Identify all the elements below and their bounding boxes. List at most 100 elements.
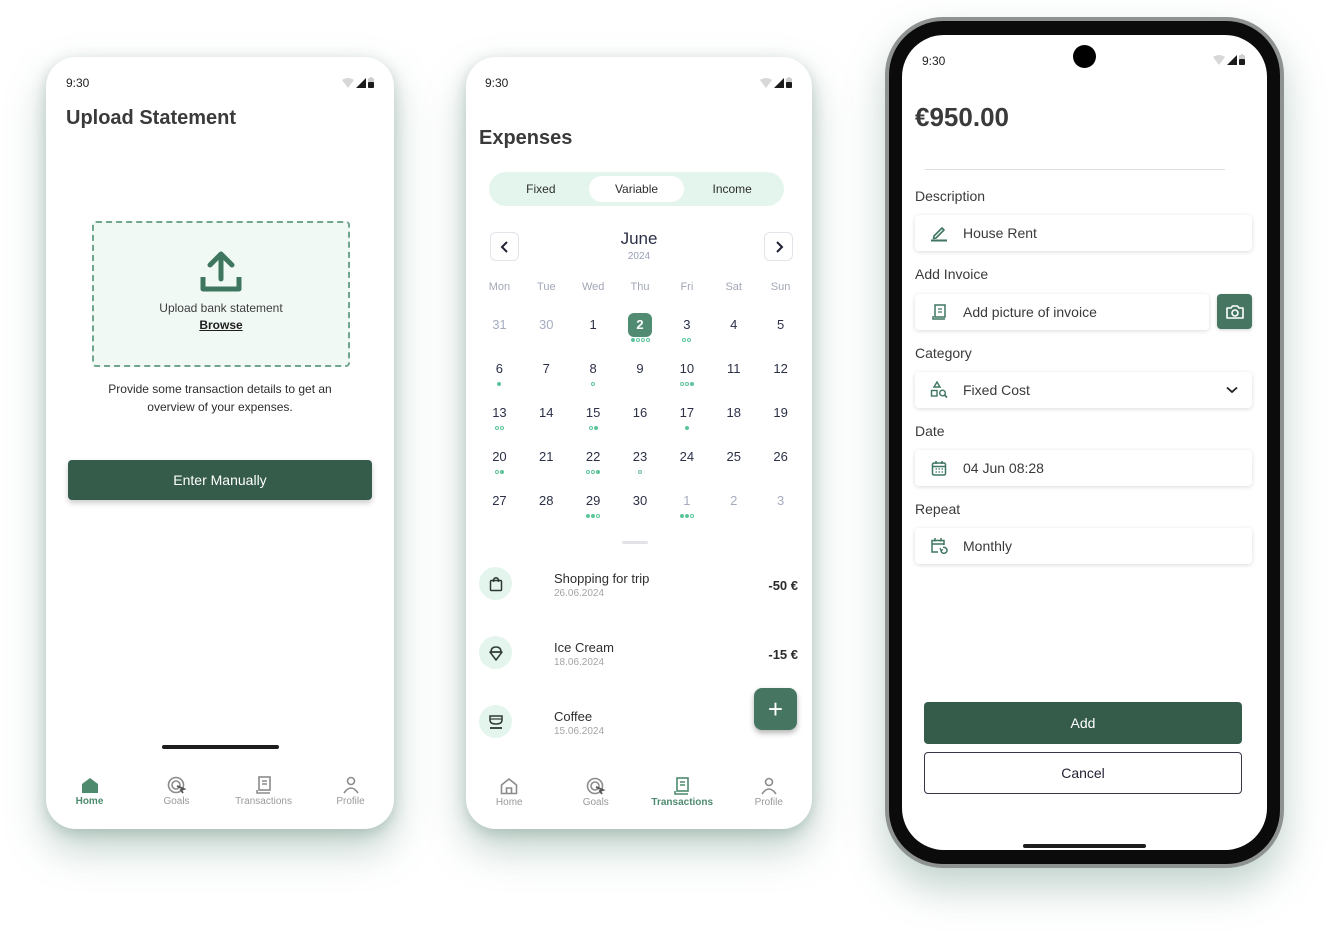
calendar-day[interactable]: 30 bbox=[523, 313, 570, 357]
home-icon bbox=[500, 778, 518, 795]
calendar-day[interactable]: 21 bbox=[523, 445, 570, 489]
amount-input[interactable]: €950.00 bbox=[915, 102, 1009, 133]
tab-goals[interactable]: Goals bbox=[137, 776, 217, 807]
calendar-day[interactable]: 20 bbox=[476, 445, 523, 489]
description-field[interactable]: House Rent bbox=[915, 215, 1252, 251]
transaction-name: Shopping for trip bbox=[554, 571, 650, 586]
tab-profile[interactable]: Profile bbox=[311, 776, 391, 807]
description-value: House Rent bbox=[963, 225, 1037, 241]
calendar-day[interactable]: 5 bbox=[757, 313, 804, 357]
camera-button[interactable] bbox=[1217, 294, 1252, 329]
status-icons bbox=[342, 77, 374, 88]
calendar-day[interactable]: 25 bbox=[710, 445, 757, 489]
day-number: 15 bbox=[585, 405, 601, 420]
transaction-date: 18.06.2024 bbox=[554, 657, 605, 668]
user-icon bbox=[342, 776, 359, 794]
calendar-day[interactable]: 9 bbox=[617, 357, 664, 401]
transaction-dot bbox=[679, 382, 684, 386]
transaction-dot bbox=[596, 514, 601, 518]
transaction-dot bbox=[596, 470, 601, 474]
status-time: 9:30 bbox=[485, 76, 509, 90]
tab-label: Goals bbox=[582, 797, 609, 808]
wifi-icon bbox=[1213, 54, 1225, 65]
add-transaction-fab[interactable]: + bbox=[754, 688, 797, 730]
calendar-day[interactable]: 16 bbox=[617, 401, 664, 445]
calendar-weekdays: Mon Tue Wed Thu Fri Sat Sun bbox=[476, 281, 804, 293]
tab-profile[interactable]: Profile bbox=[729, 777, 809, 808]
calendar-day[interactable]: 27 bbox=[476, 489, 523, 533]
calendar-day[interactable]: 26 bbox=[757, 445, 804, 489]
invoice-label: Add Invoice bbox=[915, 266, 989, 282]
day-number: 18 bbox=[726, 405, 741, 420]
calendar-day[interactable]: 18 bbox=[710, 401, 757, 445]
calendar-day[interactable]: 19 bbox=[757, 401, 804, 445]
day-number: 11 bbox=[726, 361, 741, 376]
day-number: 1 bbox=[589, 317, 597, 332]
day-number: 13 bbox=[492, 405, 507, 420]
pencil-icon bbox=[931, 227, 947, 242]
calendar-day[interactable]: 1 bbox=[570, 313, 617, 357]
calendar-day[interactable]: 29 bbox=[570, 489, 617, 533]
calendar-day[interactable]: 7 bbox=[523, 357, 570, 401]
transaction-name: Coffee bbox=[554, 709, 593, 724]
calendar-day[interactable]: 10 bbox=[663, 357, 710, 401]
calendar-day[interactable]: 6 bbox=[476, 357, 523, 401]
calendar-day[interactable]: 4 bbox=[710, 313, 757, 357]
calendar-day[interactable]: 11 bbox=[710, 357, 757, 401]
category-value: Fixed Cost bbox=[963, 382, 1030, 398]
transaction-item[interactable]: Ice Cream 18.06.2024 -15 € bbox=[466, 632, 812, 672]
repeat-field[interactable]: Monthly bbox=[915, 528, 1252, 564]
transaction-dots bbox=[679, 514, 694, 519]
category-select[interactable]: Fixed Cost bbox=[915, 372, 1252, 408]
tab-label: Transactions bbox=[651, 797, 714, 808]
calendar-day[interactable]: 22 bbox=[570, 445, 617, 489]
date-field[interactable]: 04 Jun 08:28 bbox=[915, 450, 1252, 486]
day-number: 3 bbox=[776, 493, 785, 508]
tab-label: Home bbox=[75, 796, 104, 807]
enter-manually-button[interactable]: Enter Manually bbox=[68, 460, 372, 500]
sheet-drag-handle[interactable] bbox=[622, 541, 648, 544]
tab-goals[interactable]: Goals bbox=[556, 777, 636, 808]
invoice-field[interactable]: Add picture of invoice bbox=[915, 294, 1209, 330]
tab-transactions[interactable]: Transactions bbox=[224, 776, 304, 807]
calendar-day[interactable]: 15 bbox=[570, 401, 617, 445]
segment-fixed[interactable]: Fixed bbox=[493, 176, 589, 202]
calendar-day[interactable]: 30 bbox=[617, 489, 664, 533]
tab-transactions[interactable]: Transactions bbox=[642, 777, 722, 808]
weekday-label: Mon bbox=[488, 281, 511, 293]
browse-link[interactable]: Browse bbox=[199, 318, 242, 332]
tab-home[interactable]: Home bbox=[469, 777, 549, 808]
calendar-day[interactable]: 2 bbox=[710, 489, 757, 533]
tab-home[interactable]: Home bbox=[50, 776, 130, 807]
transaction-name: Ice Cream bbox=[554, 640, 614, 655]
receipt-icon bbox=[674, 777, 690, 795]
transaction-item[interactable]: Shopping for trip 26.06.2024 -50 € bbox=[466, 563, 812, 603]
transaction-dot bbox=[638, 470, 642, 474]
calendar-day[interactable]: 23 bbox=[617, 445, 664, 489]
calendar-day[interactable]: 24 bbox=[663, 445, 710, 489]
calendar-day[interactable]: 13 bbox=[476, 401, 523, 445]
calendar-day[interactable]: 14 bbox=[523, 401, 570, 445]
calendar-day[interactable]: 31 bbox=[476, 313, 523, 357]
segment-income[interactable]: Income bbox=[684, 176, 780, 202]
battery-icon bbox=[786, 77, 792, 88]
calendar-day[interactable]: 17 bbox=[663, 401, 710, 445]
calendar-day[interactable]: 3 bbox=[663, 313, 710, 357]
weekday-label: Tue bbox=[537, 281, 556, 293]
calendar-day[interactable]: 3 bbox=[757, 489, 804, 533]
front-camera bbox=[1073, 45, 1096, 68]
transaction-dots bbox=[630, 338, 650, 343]
calendar-day[interactable]: 1 bbox=[663, 489, 710, 533]
calendar-day[interactable]: 12 bbox=[757, 357, 804, 401]
upload-dropzone[interactable]: Upload bank statement Browse bbox=[92, 221, 350, 367]
transaction-dot bbox=[591, 470, 596, 474]
next-month-button[interactable] bbox=[764, 232, 793, 261]
segment-variable[interactable]: Variable bbox=[588, 176, 685, 202]
receipt-icon bbox=[932, 304, 946, 320]
calendar-day[interactable]: 28 bbox=[523, 489, 570, 533]
add-button[interactable]: Add bbox=[924, 702, 1242, 744]
calendar-day-selected[interactable]: 2 bbox=[617, 313, 664, 357]
cancel-button[interactable]: Cancel bbox=[924, 752, 1242, 794]
transaction-dot bbox=[499, 426, 504, 430]
calendar-day[interactable]: 8 bbox=[570, 357, 617, 401]
